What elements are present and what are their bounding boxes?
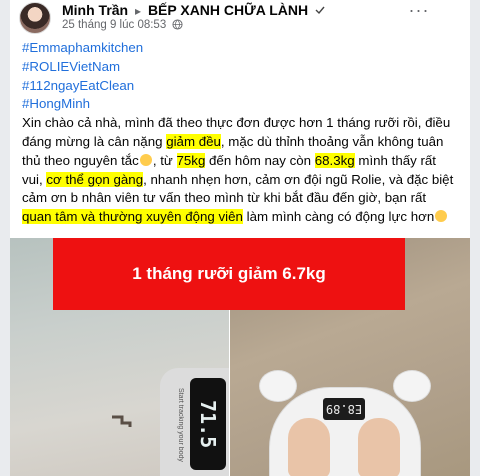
post-text: Xin chào cả nhà, mình đã theo thực đơn đ… <box>22 114 456 227</box>
scale-readout: E8.89 <box>325 402 363 416</box>
post-body: #Emmaphamkitchen #ROLIEVietNam #112ngayE… <box>22 39 456 227</box>
highlight-text: 68.3kg <box>314 152 355 168</box>
highlight-text: 75kg <box>176 152 206 168</box>
author-line: Minh Trần ▸ BẾP XANH CHỮA LÀNH <box>62 2 326 18</box>
result-banner: 1 tháng rưỡi giảm 6.7kg <box>53 238 405 310</box>
text-segment: , từ <box>152 152 177 168</box>
highlight-text: cơ thể gọn gàng <box>46 171 144 187</box>
globe-icon <box>172 19 183 30</box>
page-background: Minh Trần ▸ BẾP XANH CHỮA LÀNH 25 tháng … <box>0 0 480 476</box>
scale-label-text: Start tracking your body <box>177 388 184 462</box>
post-meta: 25 tháng 9 lúc 08:53 <box>62 19 183 31</box>
foot <box>288 418 330 476</box>
smiling-emoji-icon <box>435 210 448 223</box>
banner-text: 1 tháng rưỡi giảm 6.7kg <box>132 264 326 283</box>
highlight-text: quan tâm và thường xuyên động viên <box>22 209 243 225</box>
text-segment: làm mình càng có động lực hơn <box>242 209 435 225</box>
scale-ear <box>260 371 296 401</box>
text-segment: đến hôm nay còn <box>205 152 315 168</box>
author-name[interactable]: Minh Trần <box>62 2 128 18</box>
hashtag-link[interactable]: #HongMinh <box>22 95 456 114</box>
hashtag-link[interactable]: #ROLIEVietNam <box>22 58 456 77</box>
avatar[interactable] <box>19 2 51 34</box>
scale-readout: 71.5 <box>196 399 220 449</box>
post-header: Minh Trần ▸ BẾP XANH CHỮA LÀNH 25 tháng … <box>10 0 470 38</box>
more-horizontal-icon[interactable]: ··· <box>408 1 430 23</box>
hashtag-link[interactable]: #Emmaphamkitchen <box>22 39 456 58</box>
hashtag-link[interactable]: #112ngayEatClean <box>22 77 456 96</box>
group-name[interactable]: BẾP XANH CHỮA LÀNH <box>148 2 308 18</box>
scale-ear <box>394 371 430 401</box>
post-timestamp[interactable]: 25 tháng 9 lúc 08:53 <box>62 19 166 31</box>
verified-badge-icon <box>315 6 325 15</box>
post-card: Minh Trần ▸ BẾP XANH CHỮA LÀNH 25 tháng … <box>10 0 470 476</box>
floor-mark-icon <box>112 415 132 427</box>
separator-arrow-icon: ▸ <box>135 4 142 18</box>
highlight-text: giảm đều <box>166 133 221 149</box>
foot <box>358 418 400 476</box>
grinning-emoji-icon <box>139 153 152 166</box>
